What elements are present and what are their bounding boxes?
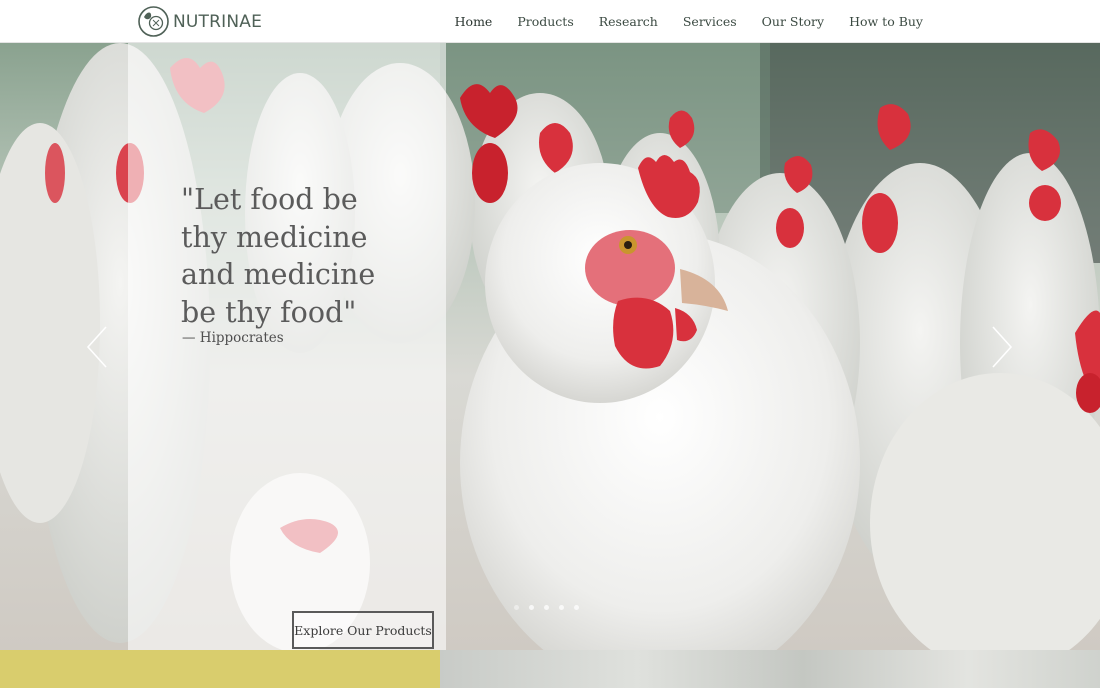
main-nav: Home Products Research Services Our Stor… [430,0,923,42]
site-header: NUTRINAE Home Products Research Services… [0,0,1100,43]
quote-author: — Hippocrates [182,330,284,346]
slider-dot[interactable] [559,604,564,610]
quote-panel [128,43,446,650]
hero-quote: "Let food be thy medicine and medicine b… [181,183,376,329]
hero-slider: "Let food be thy medicine and medicine b… [0,43,1100,650]
slider-next-button[interactable] [990,325,1014,369]
nav-products[interactable]: Products [517,14,573,29]
section-image-strip [440,650,1100,688]
nav-our-story[interactable]: Our Story [762,14,824,29]
slider-dot[interactable] [529,604,534,610]
brand-logo[interactable]: NUTRINAE [137,5,262,38]
leaf-circle-logo-icon [138,6,169,37]
brand-name: NUTRINAE [173,11,263,32]
explore-products-button[interactable]: Explore Our Products [292,611,434,649]
chevron-left-icon [86,326,107,368]
slider-pagination [514,603,589,611]
accent-block [0,650,440,688]
slider-prev-button[interactable] [85,325,109,369]
slider-dot[interactable] [574,604,579,610]
slider-dot[interactable] [544,604,549,610]
nav-home[interactable]: Home [455,14,493,29]
slider-dot[interactable] [514,604,519,610]
nav-research[interactable]: Research [599,14,658,29]
nav-how-to-buy[interactable]: How to Buy [849,14,923,29]
nav-services[interactable]: Services [683,14,737,29]
chevron-right-icon [992,326,1013,368]
